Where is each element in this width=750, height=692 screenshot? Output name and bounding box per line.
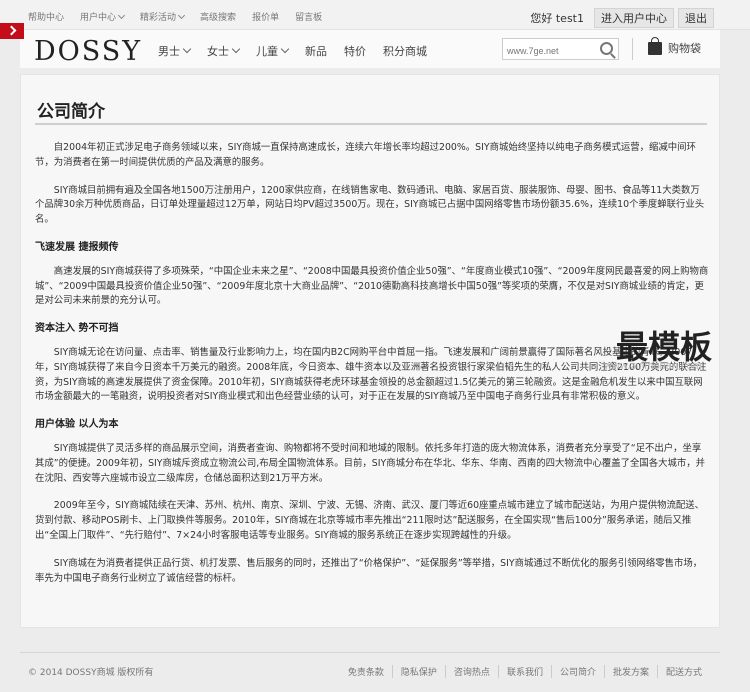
footer-divider [20,652,720,653]
footer-link-shipping[interactable]: 配送方式 [656,665,710,678]
paragraph-scale: SIY商城目前拥有遍及全国各地1500万注册用户，1200家供应商，在线销售家电… [35,184,705,226]
search-box [502,38,619,61]
footer-link-wholesale[interactable]: 批发方案 [603,665,657,678]
paragraph-funding: SIY商城无论在访问量、点击率、销售量及行业影响力上，均在国内B2C网购平台中首… [35,346,707,403]
search-input[interactable] [503,41,591,61]
footer-links: 免责条款 隐私保护 咨询热点 联系我们 公司简介 批发方案 配送方式 [340,665,710,678]
nav-sale[interactable]: 特价 [344,43,366,59]
content-panel: 公司简介 自2004年初正式涉足电子商务领域以来，SIY商城一直保持高速成长，连… [20,74,720,628]
top-link-advanced-search[interactable]: 高级搜索 [200,10,236,23]
greeting-text: 您好 test1 [530,12,584,25]
top-link-user-center[interactable]: 用户中心 [80,10,124,23]
footer-link-disclaimer[interactable]: 免责条款 [340,665,392,678]
logout-button[interactable]: 退出 [678,8,714,28]
footer-link-privacy[interactable]: 隐私保护 [391,665,445,678]
top-link-help[interactable]: 帮助中心 [28,10,64,23]
section-heading-capital: 资本注入 势不可挡 [35,323,119,335]
copyright-text: © 2014 DOSSY商城 版权所有 [28,668,154,678]
nav-women[interactable]: 女士 [207,43,239,59]
top-link-message-board[interactable]: 留言板 [295,10,322,23]
main-nav: 男士 女士 儿童 新品 特价 积分商城 [158,43,444,59]
top-link-activities[interactable]: 精彩活动 [140,10,184,23]
section-heading-growth: 飞速发展 捷报频传 [35,241,119,253]
paragraph-logistics: SIY商城提供了灵活多样的商品展示空间，消费者查询、购物都将不受时间和地域的限制… [35,442,705,484]
top-links: 帮助中心 用户中心 精彩活动 高级搜索 报价单 留言板 [28,10,338,23]
top-link-quote[interactable]: 报价单 [252,10,279,23]
cart-label: 购物袋 [668,42,701,55]
user-area: 您好 test1 进入用户中心 退出 [530,8,714,28]
paragraph-delivery: 2009年至今，SIY商城陆续在天津、苏州、杭州、南京、深圳、宁波、无锡、济南、… [35,500,705,541]
search-icon[interactable] [600,42,613,55]
header-divider [632,38,633,60]
footer-link-faq[interactable]: 咨询热点 [444,665,498,678]
section-heading-experience: 用户体验 以人为本 [35,419,119,431]
nav-new[interactable]: 新品 [305,43,327,59]
footer-link-about[interactable]: 公司简介 [550,665,604,678]
paragraph-intro: 自2004年初正式涉足电子商务领域以来，SIY商城一直保持高速成长，连续六年增长… [35,142,696,168]
shopping-bag-icon [648,36,662,55]
title-divider [35,123,707,125]
side-arrow-tab[interactable] [0,23,24,39]
cart-link[interactable]: 购物袋 [648,36,701,56]
nav-kids[interactable]: 儿童 [256,43,288,59]
site-logo[interactable]: DOSSY [34,36,142,67]
top-utility-bar: 帮助中心 用户中心 精彩活动 高级搜索 报价单 留言板 您好 test1 进入用… [0,0,750,30]
page-title: 公司简介 [37,102,105,122]
nav-points-mall[interactable]: 积分商城 [383,43,427,59]
paragraph-service: SIY商城在为消费者提供正品行货、机打发票、售后服务的同时，还推出了“价格保护”… [35,557,703,584]
watermark-url: www.zuimoban.com [604,360,702,372]
footer-link-contact[interactable]: 联系我们 [497,665,551,678]
nav-men[interactable]: 男士 [158,43,190,59]
user-center-button[interactable]: 进入用户中心 [594,8,674,28]
paragraph-awards: 高速发展的SIY商城获得了多项殊荣，“中国企业未来之星”、“2008中国最具投资… [35,265,709,307]
